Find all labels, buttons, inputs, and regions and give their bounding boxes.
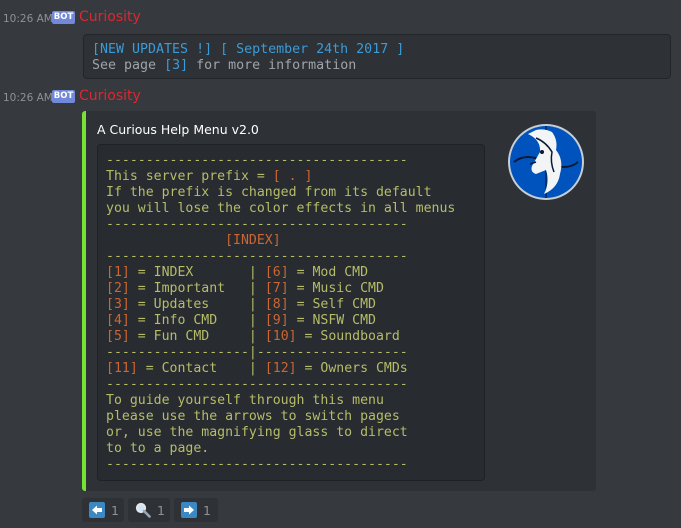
embed-title: A Curious Help Menu v2.0 — [97, 122, 259, 137]
update-line: [NEW UPDATES !] [ September 24th 2017 ] — [92, 42, 405, 57]
prefix-line: This server prefix = [ . ] — [106, 169, 455, 185]
magnifying-glass-icon — [135, 502, 151, 518]
reaction-magnifying-glass[interactable]: 1 — [128, 498, 170, 522]
horse-logo-icon — [508, 124, 584, 200]
arrow-right-icon — [181, 502, 197, 518]
arrow-left-icon — [89, 502, 105, 518]
bot-badge: BOT — [52, 90, 75, 103]
guide-line: To guide yourself through this menu — [106, 393, 384, 408]
reaction-count: 1 — [111, 502, 119, 518]
index-row: [2] = Important | [7] = Music CMD — [106, 281, 384, 296]
update-info-post: for more information — [188, 58, 357, 73]
index-row: [5] = Fun CMD | [10] = Soundboard — [106, 329, 400, 344]
divider-line: -------------------------------------- — [106, 457, 408, 472]
update-code-block: [NEW UPDATES !] [ September 24th 2017 ] … — [83, 34, 671, 79]
help-menu-code-block: -------------------------------------- Th… — [97, 144, 485, 481]
divider-line: -------------------------------------- — [106, 153, 408, 168]
divider-line: -------------------------------------- — [106, 377, 408, 392]
prefix-warning-line: you will lose the color effects in all m… — [106, 201, 456, 216]
message-timestamp: 10:26 AM — [3, 92, 53, 104]
author-name[interactable]: Curiosity — [79, 88, 141, 104]
help-menu-text: -------------------------------------- Th… — [106, 153, 455, 473]
guide-line: to to a page. — [106, 441, 210, 456]
embed-thumbnail[interactable] — [506, 122, 586, 202]
reaction-arrow-left[interactable]: 1 — [82, 498, 124, 522]
update-info-line: See page [3] for more information — [92, 58, 356, 74]
divider-line: -------------------------------------- — [106, 217, 408, 232]
index-row: [4] = Info CMD | [9] = NSFW CMD — [106, 313, 376, 328]
update-info-pre: See page — [92, 58, 165, 73]
divider-line: -------------------------------------- — [106, 249, 408, 264]
index-row: [11] = Contact | [12] = Owners CMDs — [106, 361, 408, 376]
message-timestamp: 10:26 AM — [3, 13, 53, 25]
author-name[interactable]: Curiosity — [79, 9, 141, 25]
prefix-label: This server prefix = — [106, 169, 273, 184]
bot-badge: BOT — [52, 11, 75, 24]
prefix-warning-line: If the prefix is changed from its defaul… — [106, 185, 432, 200]
guide-line: please use the arrows to switch pages — [106, 409, 400, 424]
update-info-page: [3] — [164, 58, 189, 73]
reaction-arrow-right[interactable]: 1 — [174, 498, 218, 522]
index-row: [3] = Updates | [8] = Self CMD — [106, 297, 376, 312]
reaction-count: 1 — [157, 502, 165, 518]
index-heading: [INDEX] — [106, 233, 455, 249]
help-menu-embed: A Curious Help Menu v2.0 ---------------… — [82, 111, 596, 491]
prefix-value: [ . ] — [272, 169, 313, 184]
reaction-count: 1 — [203, 502, 211, 518]
index-row: [1] = INDEX | [6] = Mod CMD — [106, 265, 369, 280]
divider-line: ------------------|------------------- — [106, 345, 408, 360]
embed-accent-bar — [82, 111, 86, 491]
index-title: [INDEX] — [225, 233, 281, 248]
guide-line: or, use the magnifying glass to direct — [106, 425, 408, 440]
